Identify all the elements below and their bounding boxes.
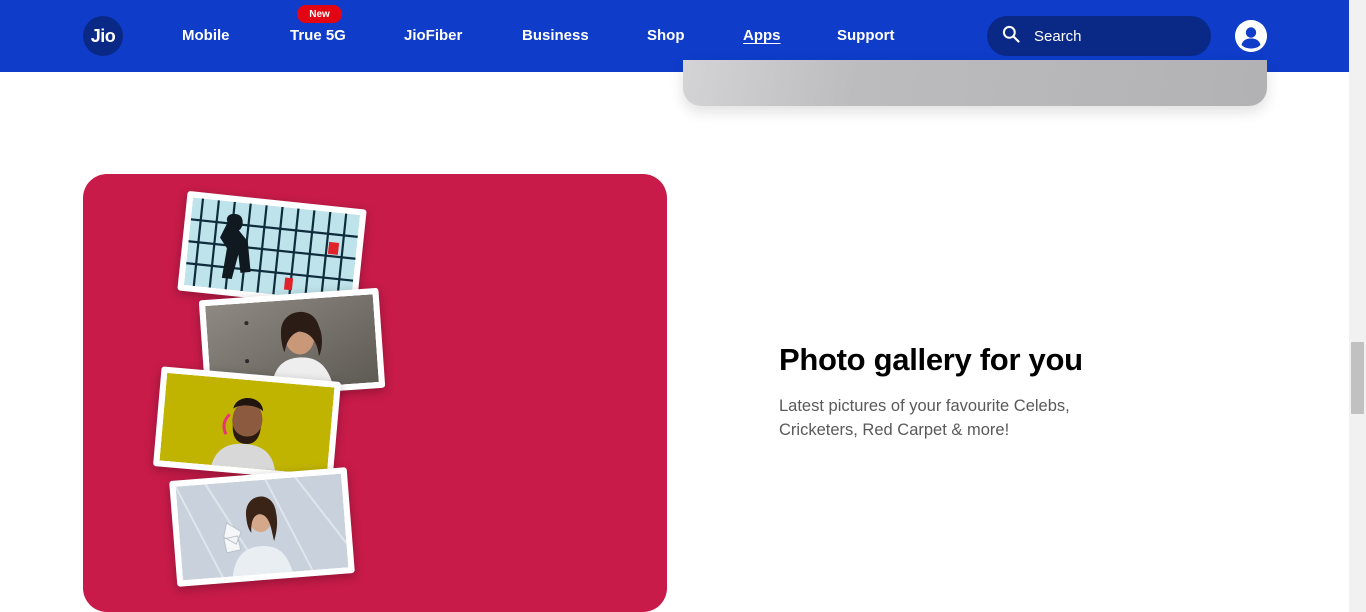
jio-logo[interactable]: Jio xyxy=(83,16,123,56)
nav-mobile[interactable]: Mobile xyxy=(182,27,230,44)
gallery-description: Latest pictures of your favourite Celebs… xyxy=(779,397,1070,439)
user-icon[interactable] xyxy=(1235,20,1267,52)
new-badge: New xyxy=(297,5,342,23)
gallery-title: Photo gallery for you xyxy=(779,342,1083,377)
gallery-photo xyxy=(152,366,342,482)
nav-jiofiber[interactable]: JioFiber xyxy=(404,27,462,44)
gallery-photo xyxy=(169,467,355,587)
search-placeholder: Search xyxy=(1034,27,1082,45)
nav-business[interactable]: Business xyxy=(522,27,589,44)
page-scrollbar[interactable] xyxy=(1349,0,1366,612)
page: Jio Mobile New True 5G JioFiber Business… xyxy=(0,0,1366,612)
nav-support[interactable]: Support xyxy=(837,27,895,44)
search-box[interactable]: Search xyxy=(987,16,1211,56)
scrollbar-thumb[interactable] xyxy=(1351,342,1364,414)
photo-gallery-banner[interactable] xyxy=(83,174,667,612)
nav-true-5g[interactable]: True 5G xyxy=(290,27,346,44)
previous-section-image xyxy=(683,60,1267,106)
nav-apps[interactable]: Apps xyxy=(743,27,781,44)
nav-shop[interactable]: Shop xyxy=(647,27,685,44)
search-icon xyxy=(1001,24,1021,49)
